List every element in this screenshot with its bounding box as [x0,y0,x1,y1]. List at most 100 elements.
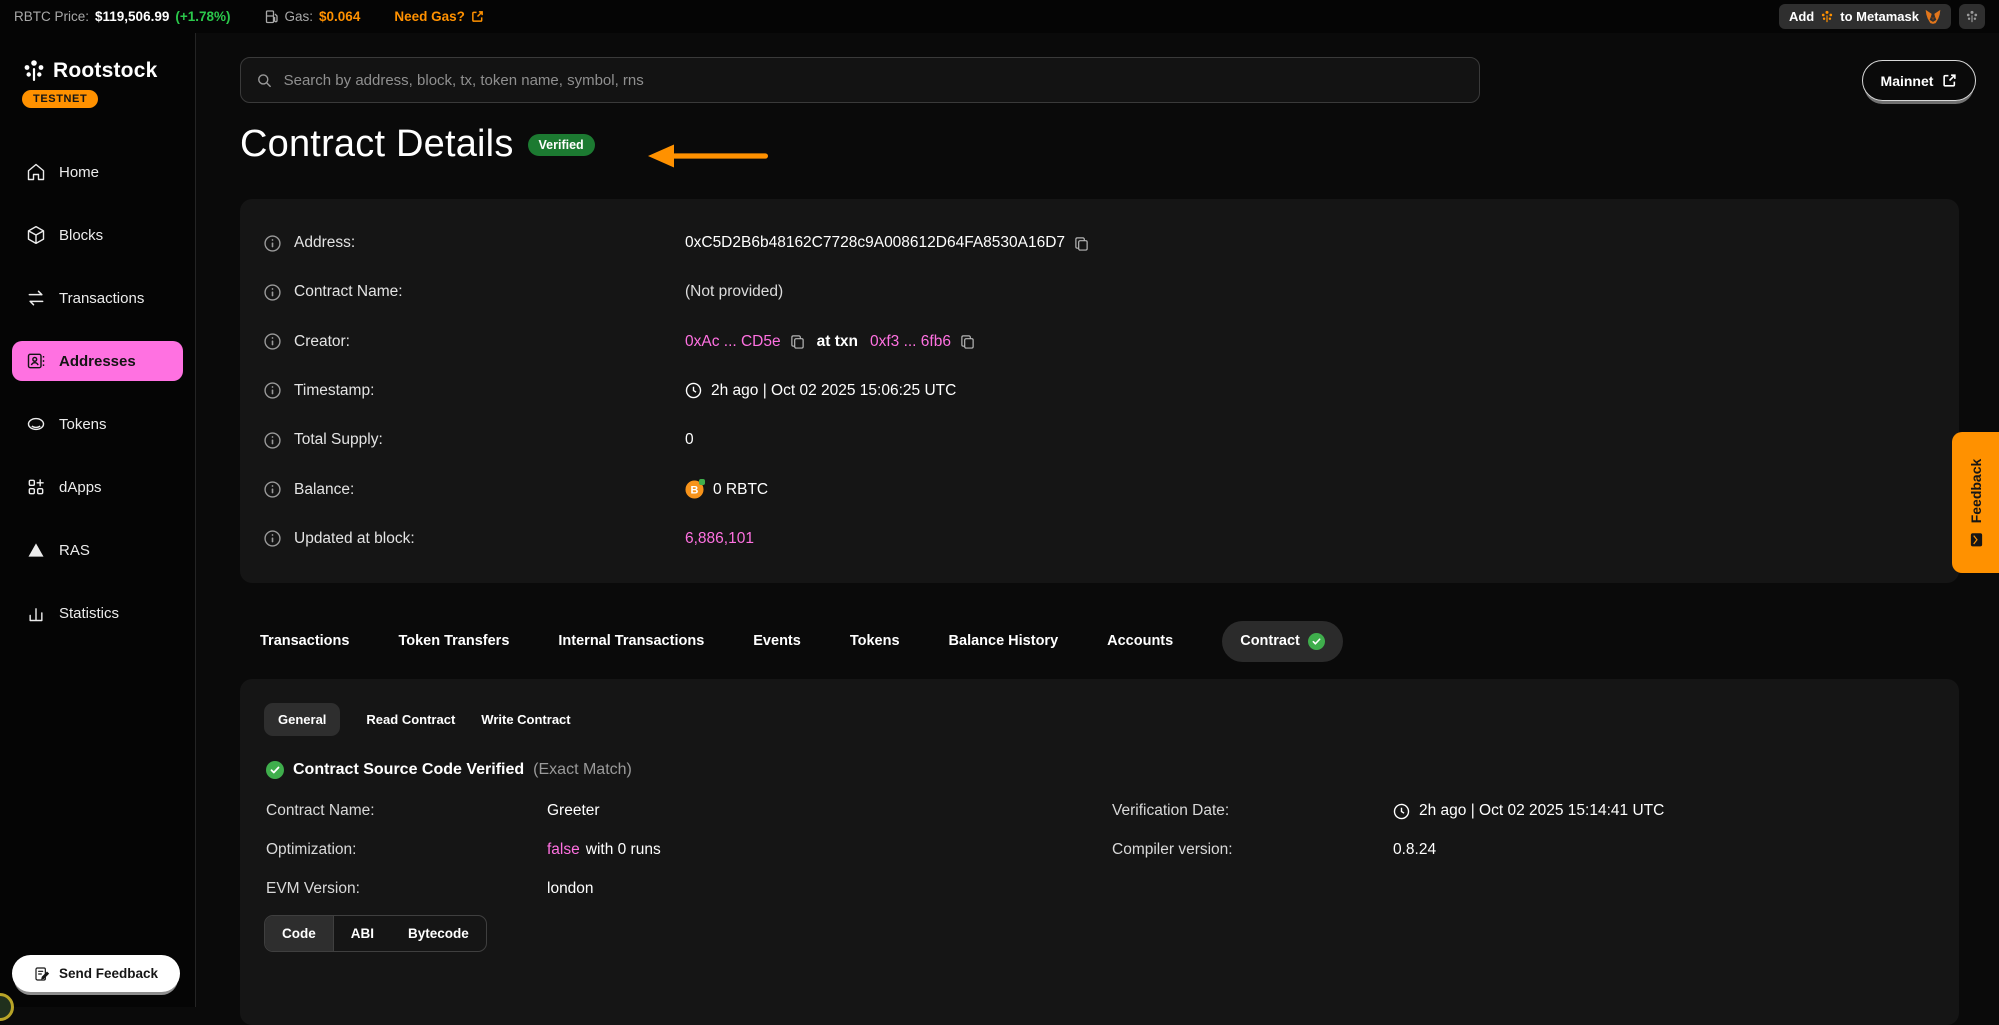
page-header: Contract Details Verified [240,123,595,166]
updated-block-link[interactable]: 6,886,101 [685,530,754,548]
sidebar-item-label: Statistics [59,605,119,622]
feedback-side-tab[interactable]: Feedback [1952,432,1999,573]
gas-pump-icon [265,9,279,24]
page-title: Contract Details [240,123,514,166]
tab-tokens[interactable]: Tokens [850,633,900,649]
tab-internal-transactions[interactable]: Internal Transactions [558,633,704,649]
rootstock-flower-button[interactable] [1959,4,1985,29]
segment-abi[interactable]: ABI [334,916,391,951]
sidebar-item-dapps[interactable]: dApps [12,467,183,507]
sidebar-item-ras[interactable]: RAS [12,530,183,570]
sidebar-item-home[interactable]: Home [12,152,183,192]
add-label: Add [1789,9,1814,24]
creator-address-link[interactable]: 0xAc ... CD5e [685,333,781,351]
feedback-envelope-icon [1968,532,1983,547]
sidebar-item-label: Blocks [59,227,103,244]
feedback-tab-label: Feedback [1968,458,1984,523]
tab-contract[interactable]: Contract [1222,621,1343,662]
sidebar-item-label: Transactions [59,290,144,307]
search-icon [256,72,273,89]
info-icon [264,530,281,547]
contract-name-value: Greeter [547,802,1112,820]
contract-fields: Contract Name: Greeter Verification Date… [266,802,1935,898]
detail-row-creator: Creator: 0xAc ... CD5e at txn 0xf3 ... 6… [264,331,1935,353]
copy-icon[interactable] [790,334,805,349]
brand-name: Rootstock [53,59,157,83]
segment-bytecode[interactable]: Bytecode [391,916,486,951]
contract-section-panel: General Read Contract Write Contract Con… [240,679,1959,1025]
search-bar[interactable] [240,57,1480,103]
cube-icon [26,225,46,245]
sidebar-item-label: Home [59,164,99,181]
need-gas-link[interactable]: Need Gas? [394,9,465,24]
network-badge: TESTNET [22,90,98,108]
brand-logo[interactable]: Rootstock [22,59,195,83]
coin-icon [26,414,46,434]
tab-events[interactable]: Events [753,633,801,649]
annotation-arrow-icon [648,143,770,169]
sidebar-item-blocks[interactable]: Blocks [12,215,183,255]
address-value: 0xC5D2B6b48162C7728c9A008612D64FA8530A16… [685,234,1065,252]
svg-text:B: B [691,485,699,497]
apps-grid-icon [26,477,46,497]
compiler-version-value: 0.8.24 [1393,841,1935,859]
send-feedback-label: Send Feedback [59,966,158,981]
sidebar-item-statistics[interactable]: Statistics [12,593,183,633]
swap-arrows-icon [26,288,46,308]
copy-icon[interactable] [960,334,975,349]
clock-icon [685,382,702,399]
contract-details-panel: Address: 0xC5D2B6b48162C7728c9A008612D64… [240,199,1959,583]
contract-name-value: (Not provided) [685,283,783,301]
search-input[interactable] [284,72,1464,89]
sidebar-item-label: dApps [59,479,102,496]
info-icon [264,235,281,252]
mainnet-label: Mainnet [1881,73,1934,89]
sidebar-item-label: Tokens [59,416,107,433]
at-txn-label: at txn [817,333,858,351]
code-view-switch: Code ABI Bytecode [264,915,487,952]
info-icon [264,382,281,399]
rbtc-price-change: (+1.78%) [175,9,230,24]
sidebar-item-transactions[interactable]: Transactions [12,278,183,318]
check-circle-icon [266,761,284,779]
send-feedback-button[interactable]: Send Feedback [12,955,180,992]
balance-value: 0 RBTC [713,481,768,499]
tab-write-contract[interactable]: Write Contract [481,703,570,736]
compiler-version-label: Compiler version: [1112,841,1393,859]
external-link-icon[interactable] [471,10,484,23]
optimization-label: Optimization: [266,841,547,859]
detail-label: Address: [294,234,355,252]
add-to-metamask-button[interactable]: Add to Metamask [1779,4,1951,29]
rbtc-coin-icon: B [685,480,704,499]
home-icon [26,162,46,182]
bar-chart-icon [26,603,46,623]
segment-code[interactable]: Code [265,916,334,951]
mainnet-button[interactable]: Mainnet [1862,60,1976,101]
detail-label: Updated at block: [294,530,415,548]
external-link-icon [1942,73,1957,88]
tab-accounts[interactable]: Accounts [1107,633,1173,649]
address-tabs: Transactions Token Transfers Internal Tr… [260,618,1343,664]
sidebar-item-addresses[interactable]: Addresses [12,341,183,381]
contract-inner-tabs: General Read Contract Write Contract [264,703,1935,736]
tab-balance-history[interactable]: Balance History [949,633,1059,649]
check-circle-icon [1308,633,1325,650]
creation-txn-link[interactable]: 0xf3 ... 6fb6 [870,333,951,351]
source-verified-text: Contract Source Code Verified [293,761,524,779]
detail-row-updated-block: Updated at block: 6,886,101 [264,528,1935,550]
copy-icon[interactable] [1074,236,1089,251]
tab-read-contract[interactable]: Read Contract [366,703,455,736]
tab-token-transfers[interactable]: Token Transfers [398,633,509,649]
clock-icon [1393,803,1410,820]
sidebar: Rootstock TESTNET Home Blocks Transactio… [0,33,196,1007]
info-icon [264,432,281,449]
gas-value: $0.064 [319,9,360,24]
evm-version-label: EVM Version: [266,880,547,898]
info-icon [264,333,281,350]
verification-date-label: Verification Date: [1112,802,1393,820]
source-verified-line: Contract Source Code Verified (Exact Mat… [266,761,1935,779]
tab-transactions[interactable]: Transactions [260,633,349,649]
gas-label: Gas: [285,9,314,24]
sidebar-item-tokens[interactable]: Tokens [12,404,183,444]
tab-general[interactable]: General [264,703,340,736]
